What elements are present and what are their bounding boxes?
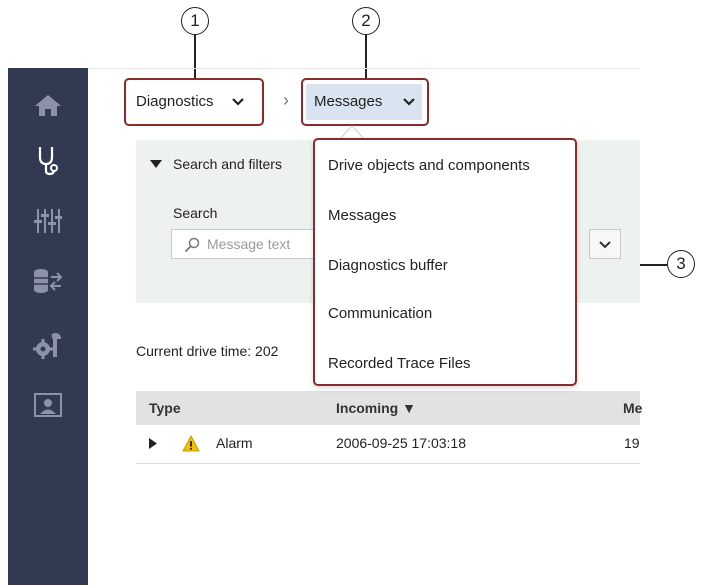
- search-placeholder: Message text: [207, 236, 291, 252]
- menu-item-diagnostics-buffer[interactable]: Diagnostics buffer: [328, 257, 448, 274]
- column-header-type[interactable]: Type: [149, 400, 181, 416]
- table-header: Type Incoming ▼ Me: [136, 391, 642, 425]
- row-incoming: 2006-09-25 17:03:18: [336, 435, 466, 451]
- breadcrumb-separator: ›: [283, 90, 289, 110]
- messages-dropdown-menu: Drive objects and components Messages Di…: [313, 138, 577, 386]
- header-divider: [88, 68, 640, 69]
- callout-3-number: 3: [676, 254, 686, 273]
- callout-2: 2: [352, 7, 380, 35]
- menu-item-drive-objects[interactable]: Drive objects and components: [328, 157, 530, 174]
- stethoscope-icon[interactable]: [8, 136, 88, 186]
- callout-2-line: [365, 35, 367, 78]
- current-drive-time: Current drive time: 202: [136, 343, 279, 359]
- warning-icon: [182, 435, 200, 452]
- row-message: 19: [624, 435, 640, 451]
- user-screen-icon[interactable]: [8, 380, 88, 430]
- expand-row-icon[interactable]: [149, 438, 157, 449]
- chevron-down-icon: [599, 240, 611, 248]
- diagnostics-chevron-down-icon[interactable]: [232, 97, 244, 107]
- column-header-message[interactable]: Me: [623, 400, 642, 416]
- callout-3: 3: [667, 250, 695, 278]
- sliders-icon[interactable]: [8, 196, 88, 246]
- table-row[interactable]: Alarm 2006-09-25 17:03:18 19: [136, 425, 640, 464]
- column-header-incoming[interactable]: Incoming ▼: [336, 400, 416, 416]
- menu-item-communication[interactable]: Communication: [328, 305, 432, 322]
- home-icon[interactable]: [8, 80, 88, 130]
- callout-2-number: 2: [361, 11, 371, 30]
- search-label: Search: [173, 205, 218, 221]
- breadcrumb-messages[interactable]: Messages: [314, 93, 382, 110]
- filter-select-button[interactable]: [589, 229, 621, 259]
- menu-item-recorded-trace-files[interactable]: Recorded Trace Files: [328, 355, 471, 372]
- breadcrumb-diagnostics[interactable]: Diagnostics: [136, 93, 214, 110]
- search-filters-toggle[interactable]: Search and filters: [173, 156, 282, 172]
- row-type: Alarm: [216, 435, 253, 451]
- callout-1-line: [194, 35, 196, 78]
- database-transfer-icon[interactable]: [8, 256, 88, 306]
- menu-item-messages[interactable]: Messages: [328, 207, 396, 224]
- nav-rail: [8, 68, 88, 585]
- callout-1: 1: [181, 7, 209, 35]
- callout-1-number: 1: [190, 11, 200, 30]
- search-icon: [184, 237, 200, 253]
- collapse-triangle-icon[interactable]: [150, 160, 162, 169]
- gear-wrench-icon[interactable]: [8, 320, 88, 370]
- messages-chevron-down-icon[interactable]: [403, 97, 415, 107]
